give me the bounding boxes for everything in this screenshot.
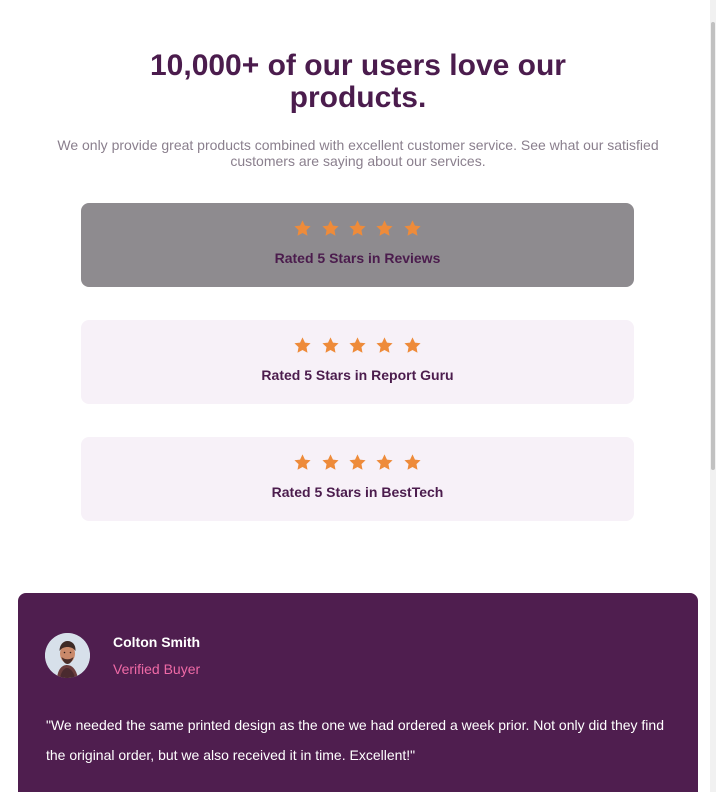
rating-stars: [81, 219, 634, 239]
avatar: [45, 633, 90, 678]
page-title: 10,000+ of our users love our products.: [149, 49, 566, 114]
rating-label: Rated 5 Stars in BestTech: [271, 484, 444, 500]
star-icon: [348, 219, 367, 238]
rating-stars: [81, 453, 634, 473]
star-icon: [293, 336, 312, 355]
testimonial-card: Colton Smith Verified Buyer "We needed t…: [18, 593, 698, 792]
star-icon: [403, 453, 422, 472]
star-icon: [293, 219, 312, 238]
rating-label: Rated 5 Stars in Reviews: [274, 250, 441, 266]
star-icon: [403, 219, 422, 238]
rating-label: Rated 5 Stars in Report Guru: [261, 367, 454, 383]
star-icon: [321, 453, 340, 472]
rating-stars: [81, 336, 634, 356]
scrollbar-thumb[interactable]: [711, 22, 715, 470]
star-icon: [403, 336, 422, 355]
star-icon: [321, 219, 340, 238]
star-icon: [321, 336, 340, 355]
star-icon: [348, 336, 367, 355]
reviewer-name: Colton Smith: [113, 634, 201, 650]
verified-buyer-label: Verified Buyer: [113, 661, 201, 677]
vertical-scrollbar[interactable]: [710, 0, 716, 792]
rating-card-reviews[interactable]: Rated 5 Stars in Reviews: [81, 203, 634, 287]
rating-card-report-guru[interactable]: Rated 5 Stars in Report Guru: [81, 320, 634, 404]
star-icon: [375, 336, 394, 355]
star-icon: [293, 453, 312, 472]
star-icon: [348, 453, 367, 472]
testimonial-page: 10,000+ of our users love our products. …: [0, 0, 716, 792]
testimonial-quote: "We needed the same printed design as th…: [46, 717, 664, 763]
rating-card-besttech[interactable]: Rated 5 Stars in BestTech: [81, 437, 634, 521]
intro-text: We only provide great products combined …: [57, 137, 659, 169]
person-avatar-icon: [45, 633, 90, 678]
star-icon: [375, 219, 394, 238]
star-icon: [375, 453, 394, 472]
